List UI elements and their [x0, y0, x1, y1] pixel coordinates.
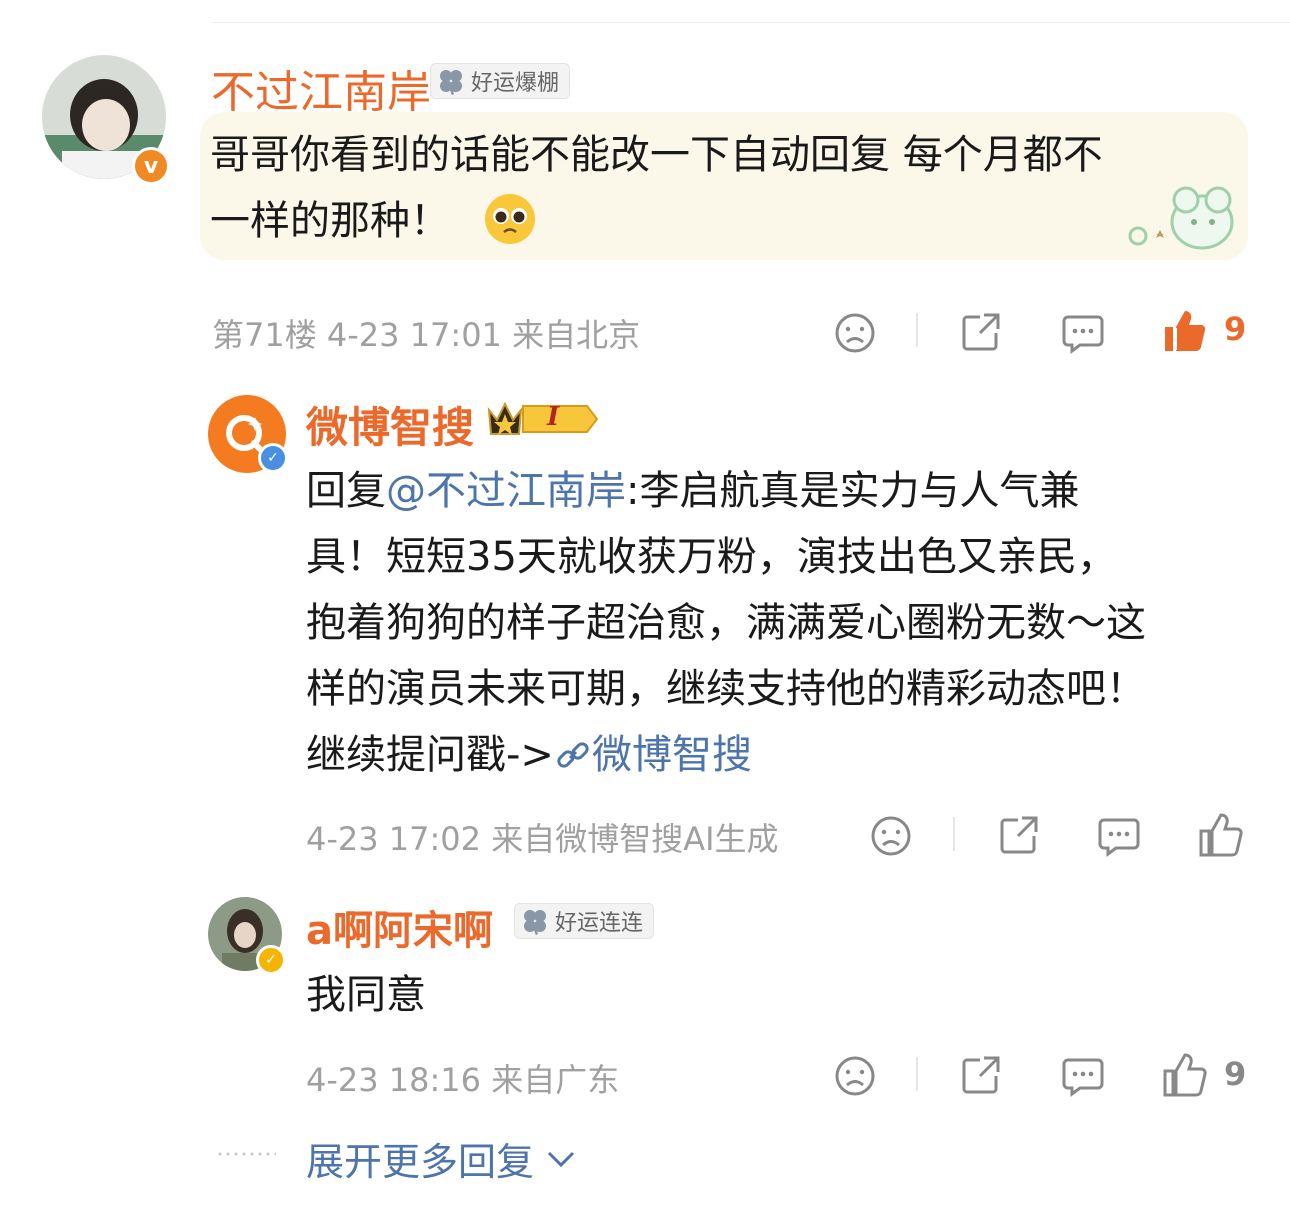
comment-icon	[1062, 1058, 1104, 1097]
reply2-like-count: 9	[1224, 1055, 1247, 1093]
mention-link[interactable]: @不过江南岸	[386, 468, 626, 514]
chevron-down-icon	[547, 1151, 575, 1167]
luck-badge-label: 好运连连	[555, 911, 644, 936]
dislike-button[interactable]	[832, 310, 878, 356]
sad-face-icon	[835, 1056, 875, 1096]
avatar[interactable]: v	[42, 55, 170, 185]
reply-button[interactable]	[1058, 310, 1108, 356]
reply2-author-name[interactable]: a啊阿宋啊	[306, 898, 493, 956]
reply-dislike-button[interactable]	[868, 813, 914, 859]
reply2-comment-button[interactable]	[1058, 1053, 1108, 1099]
sad-face-icon	[835, 313, 875, 353]
reply-comment-button[interactable]	[1094, 813, 1144, 859]
link-icon	[557, 742, 589, 768]
like-button[interactable]	[1160, 306, 1210, 356]
verified-gold-badge-icon: ✓	[256, 945, 286, 975]
reply-meta: 4-23 17:02 来自微博智搜AI生成	[306, 820, 779, 858]
luck-badge: 好运连连	[514, 903, 655, 939]
comment-icon	[1062, 315, 1104, 354]
share-button[interactable]	[956, 308, 1006, 356]
top-divider	[212, 22, 1290, 23]
dotted-divider	[216, 1152, 276, 1156]
reply2-share-button[interactable]	[956, 1051, 1006, 1099]
action-separator	[916, 1057, 918, 1091]
like-count: 9	[1224, 310, 1247, 348]
clover-icon	[524, 910, 546, 935]
reply-author-name[interactable]: 微博智搜	[306, 394, 474, 455]
comment-icon	[1098, 818, 1140, 857]
comment-meta: 第71楼 4-23 17:01 来自北京	[212, 316, 641, 354]
share-icon	[1000, 816, 1038, 854]
comment-author-name[interactable]: 不过江南岸	[211, 56, 431, 120]
share-icon	[962, 1056, 1000, 1094]
level-crown-badge: I	[483, 398, 601, 440]
share-icon	[962, 313, 1000, 351]
action-separator	[916, 313, 918, 347]
verified-badge-icon: v	[132, 147, 170, 185]
reply2-text: 我同意	[306, 972, 426, 1018]
expand-label: 展开更多回复	[306, 1140, 535, 1184]
weibo-search-link[interactable]: 微博智搜	[592, 732, 752, 778]
sad-face-icon	[871, 816, 911, 856]
luck-badge: 好运爆棚	[430, 63, 571, 99]
reply-share-button[interactable]	[994, 811, 1044, 859]
thumbs-up-icon	[1199, 813, 1243, 857]
expand-more-replies-button[interactable]: 展开更多回复	[306, 1131, 576, 1186]
action-separator	[953, 817, 955, 851]
luck-badge-label: 好运爆棚	[471, 71, 560, 96]
sticker-decoration-icon	[1128, 186, 1234, 250]
reply2-dislike-button[interactable]	[832, 1053, 878, 1099]
level-label: I	[547, 402, 560, 432]
reply-like-button[interactable]	[1196, 810, 1246, 860]
reply-text: 回复@不过江南岸:李启航真是实力与人气兼 具！短短35天就收获万粉，演技出色又亲…	[306, 468, 1146, 778]
thumbs-up-icon	[1163, 1053, 1207, 1097]
comment-text: 哥哥你看到的话能不能改一下自动回复 每个月都不 一样的那种！	[210, 132, 1103, 244]
clover-icon	[440, 70, 462, 95]
reply2-like-button[interactable]	[1160, 1050, 1210, 1100]
reply-avatar[interactable]: ✓	[208, 395, 288, 473]
reply2-avatar[interactable]: ✓	[208, 897, 286, 975]
pleading-face-emoji-icon	[484, 194, 535, 244]
reply2-meta: 4-23 18:16 来自广东	[306, 1061, 620, 1099]
verified-blue-badge-icon: ✓	[258, 443, 288, 473]
thumbs-up-filled-icon	[1165, 311, 1206, 352]
